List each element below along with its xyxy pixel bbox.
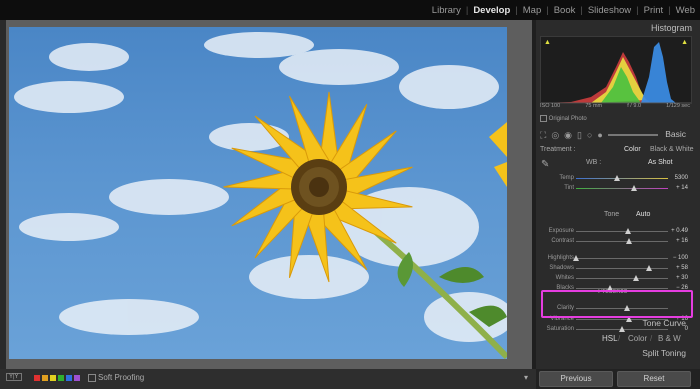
color-label-swatch[interactable] [74,375,80,381]
histogram-title[interactable]: Histogram [651,23,692,33]
original-photo-checkbox[interactable]: Original Photo [540,115,587,122]
original-photo-label: Original Photo [548,116,587,123]
slider-exposure[interactable]: Exposure + 0.49 [538,228,688,236]
bw-tab[interactable]: B & W [658,334,681,343]
slider-track[interactable] [576,231,668,232]
treatment-bw-option[interactable]: Black & White [650,146,694,153]
basic-section-header[interactable]: Basic [536,129,700,143]
slider-shadows[interactable]: Shadows + 58 [538,265,688,273]
panel-buttons: Previous Reset [536,369,700,389]
slider-track[interactable] [576,278,668,279]
treatment-color-option[interactable]: Color [624,146,641,153]
soft-proofing-label: Soft Proofing [98,373,145,382]
tab-separator: / [650,334,653,343]
slider-temp[interactable]: Temp 5300 [538,175,688,183]
wb-label: WB : [586,159,602,166]
module-bar: Library | Develop | Map | Book | Slideshow | … [0,0,700,20]
toolbar-dropdown-icon[interactable]: ▾ [524,373,528,382]
slider-value[interactable]: 5300 [675,175,688,181]
slider-thumb[interactable] [614,175,621,181]
module-map[interactable]: Map [518,5,546,16]
tone-curve-title: Tone Curve [642,318,686,328]
hsl-tab[interactable]: HSL [602,334,618,343]
split-toning-title: Split Toning [642,348,686,358]
slider-label: Whites [555,275,574,281]
slider-value[interactable]: + 30 [676,275,688,281]
treatment-label: Treatment : [540,146,576,153]
basic-title: Basic [665,129,686,139]
slider-value[interactable]: + 16 [676,238,688,244]
focal-length-value: 75 mm [585,103,603,109]
slider-track[interactable] [576,288,668,289]
soft-proofing-checkbox[interactable] [88,374,96,382]
slider-contrast[interactable]: Contrast + 16 [538,238,688,246]
slider-value[interactable]: + 14 [676,185,688,191]
slider-tint[interactable]: Tint + 14 [538,185,688,193]
shutter-speed-value: 1/129 sec [666,103,690,109]
module-develop[interactable]: Develop [468,5,515,16]
module-slideshow[interactable]: Slideshow [583,5,636,16]
slider-label: Exposure [548,228,574,234]
slider-label: Temp [559,175,574,181]
slider-thumb[interactable] [645,265,652,271]
photo-image [14,32,507,359]
slider-value[interactable]: − 100 [673,255,688,261]
slider-track[interactable] [576,178,668,179]
tone-curve-section-header[interactable]: Tone Curve [536,318,700,332]
slider-value[interactable]: + 58 [676,265,688,271]
tab-separator: / [618,334,621,343]
slider-label: Tint [564,185,574,191]
aperture-value: f / 9.0 [627,103,642,109]
sunflower-photo [9,27,507,359]
slider-whites[interactable]: Whites + 30 [538,275,688,283]
camera-info: ISO 100 75 mm f / 9.0 1/129 sec [540,103,690,109]
slider-thumb[interactable] [573,255,579,261]
checkbox-icon [540,115,547,122]
module-picker: Library | Develop | Map | Book | Slideshow | … [427,0,700,20]
slider-track[interactable] [576,188,668,189]
color-label-swatch[interactable] [50,375,56,381]
shadow-clipping-indicator[interactable]: ▲ [544,39,551,46]
color-label-swatch[interactable] [42,375,48,381]
iso-value: ISO 100 [540,103,561,109]
eyedropper-icon[interactable]: ✎ [541,159,549,170]
reset-button[interactable]: Reset [617,371,691,387]
slider-thumb[interactable] [632,275,639,281]
tone-auto-button[interactable]: Auto [636,211,650,218]
color-label-swatch[interactable] [66,375,72,381]
slider-label: Shadows [549,265,574,271]
module-book[interactable]: Book [549,5,581,16]
view-mode-icon[interactable]: Y|Y [6,373,22,381]
toolbar: Y|Y Soft Proofing ▾ [0,369,536,389]
histogram-chart: ▲ ▲ [540,36,692,104]
tone-label: Tone [604,211,620,218]
slider-label: Contrast [551,238,574,244]
color-tab[interactable]: Color [628,334,647,343]
slider-thumb[interactable] [626,238,633,244]
color-label-swatch[interactable] [34,375,40,381]
slider-thumb[interactable] [624,228,631,234]
module-print[interactable]: Print [639,5,669,16]
module-web[interactable]: Web [671,5,700,16]
module-library[interactable]: Library [427,5,466,16]
slider-highlights[interactable]: Highlights − 100 [538,255,688,263]
split-toning-section-header[interactable]: Split Toning [536,348,700,362]
slider-track[interactable] [576,268,668,269]
highlight-clipping-indicator[interactable]: ▲ [681,39,688,46]
vibrance-saturation-highlight [541,290,693,318]
slider-track[interactable] [576,241,668,242]
slider-value[interactable]: + 0.49 [671,228,688,234]
slider-label: Highlights [547,255,574,261]
histogram-graph [541,42,691,104]
slider-track[interactable] [576,258,668,259]
wb-dropdown[interactable]: As Shot [648,159,673,166]
color-label-swatch[interactable] [58,375,64,381]
slider-thumb[interactable] [630,185,637,191]
previous-button[interactable]: Previous [539,371,613,387]
